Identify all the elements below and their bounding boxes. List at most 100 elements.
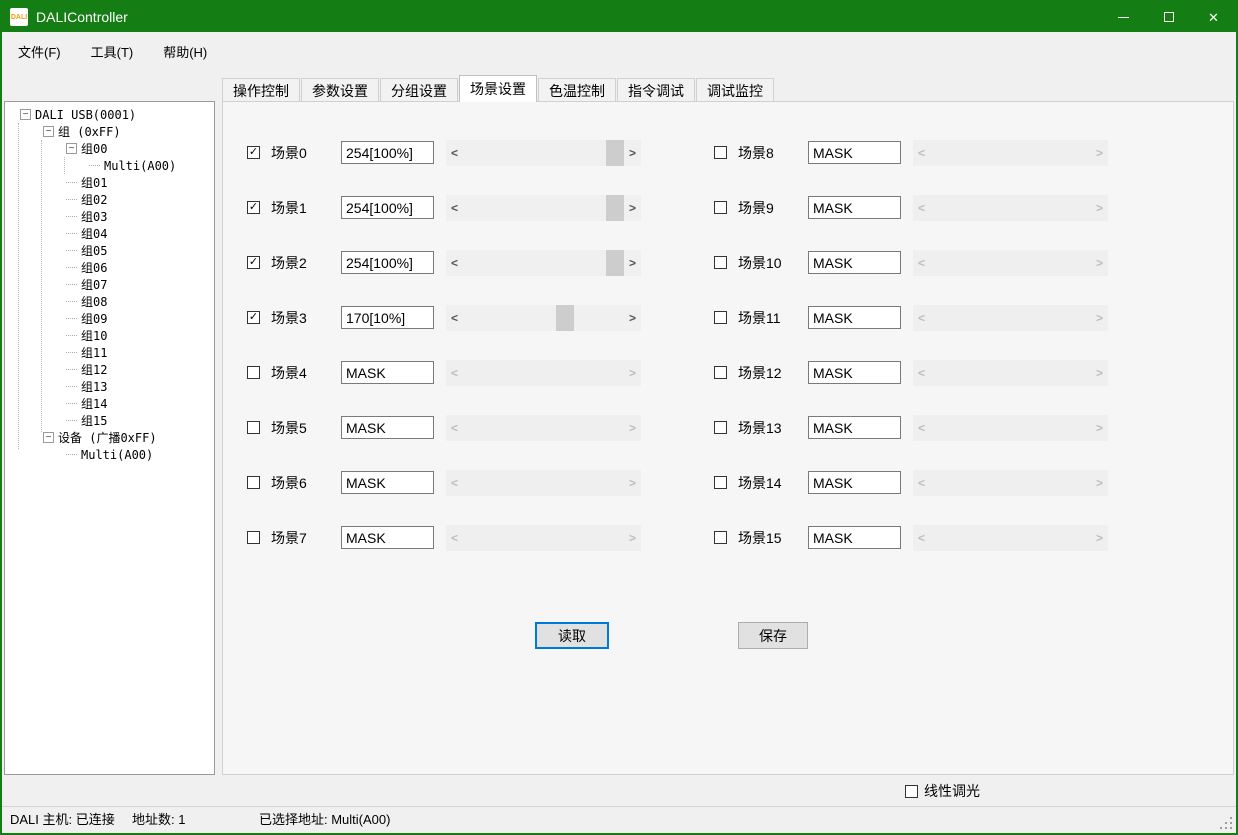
menu-item[interactable]: 文件(F) [6,37,73,66]
tree-item[interactable]: 组14 [5,395,214,412]
tree-expander-icon[interactable]: − [20,109,31,120]
scroll-right-icon[interactable]: > [624,250,641,276]
scene-checkbox[interactable] [247,476,260,489]
tab-2[interactable]: 参数设置 [301,78,379,102]
scene-checkbox[interactable] [247,421,260,434]
scene-level-scrollbar: <> [913,415,1108,441]
tree-item[interactable]: 组09 [5,310,214,327]
scroll-left-icon[interactable]: < [446,140,463,166]
menu-item[interactable]: 帮助(H) [151,37,219,66]
tree-item[interactable]: −组 (0xFF) [5,123,214,140]
tree-item[interactable]: 组05 [5,242,214,259]
scene-value-input[interactable] [341,361,434,384]
close-button[interactable]: ✕ [1191,2,1236,32]
scene-checkbox[interactable]: ✓ [247,311,260,324]
tree-item[interactable]: −设备 (广播0xFF) [5,429,214,446]
scene-checkbox[interactable] [714,476,727,489]
scene-value-input[interactable] [341,416,434,439]
scene-checkbox[interactable] [714,201,727,214]
scroll-left-icon: < [446,470,463,496]
scene-level-scrollbar: <> [913,470,1108,496]
tree-item[interactable]: −DALI USB(0001) [5,106,214,123]
scene-value-input[interactable] [341,471,434,494]
scene-value-input[interactable] [808,196,901,219]
scene-checkbox[interactable]: ✓ [247,146,260,159]
scene-checkbox[interactable] [247,366,260,379]
scrollbar-thumb[interactable] [606,195,624,221]
tree-item[interactable]: Multi(A00) [5,157,214,174]
scrollbar-thumb[interactable] [556,305,574,331]
scroll-right-icon[interactable]: > [624,140,641,166]
scene-checkbox[interactable] [714,531,727,544]
scene-value-input[interactable] [808,141,901,164]
resize-grip-icon[interactable] [1220,817,1222,819]
scene-level-scrollbar[interactable]: <> [446,140,641,166]
tree-item[interactable]: −组00 [5,140,214,157]
scene-level-scrollbar[interactable]: <> [446,195,641,221]
scene-checkbox[interactable] [714,311,727,324]
tree-expander-icon[interactable]: − [43,432,54,443]
tree-item[interactable]: 组15 [5,412,214,429]
scene-checkbox[interactable]: ✓ [247,201,260,214]
scene-level-scrollbar[interactable]: <> [446,305,641,331]
tab-5[interactable]: 色温控制 [538,78,616,102]
scroll-right-icon[interactable]: > [624,195,641,221]
scene-value-input[interactable] [808,361,901,384]
scene-checkbox[interactable] [714,421,727,434]
scene-value-input[interactable] [808,306,901,329]
tree-item[interactable]: 组07 [5,276,214,293]
scene-checkbox[interactable] [714,366,727,379]
tab-3[interactable]: 分组设置 [380,78,458,102]
scrollbar-thumb[interactable] [606,140,624,166]
scene-value-input[interactable] [808,416,901,439]
minimize-icon [1118,17,1129,18]
tab-6[interactable]: 指令调试 [617,78,695,102]
maximize-button[interactable] [1146,2,1191,32]
scene-checkbox[interactable] [247,531,260,544]
linear-dimming-checkbox[interactable] [905,785,918,798]
scene-value-input[interactable] [341,306,434,329]
minimize-button[interactable] [1101,2,1146,32]
tree-expander-icon[interactable]: − [66,143,77,154]
scene-value-input[interactable] [341,251,434,274]
scene-value-input[interactable] [808,526,901,549]
tab-1[interactable]: 操作控制 [222,78,300,102]
scene-value-input[interactable] [808,471,901,494]
scene-value-input[interactable] [341,141,434,164]
tree-expander-icon[interactable]: − [43,126,54,137]
scroll-left-icon[interactable]: < [446,195,463,221]
scroll-right-icon[interactable]: > [624,305,641,331]
tree-item[interactable]: 组02 [5,191,214,208]
scene-level-scrollbar[interactable]: <> [446,250,641,276]
tree-item[interactable]: Multi(A00) [5,446,214,463]
save-button[interactable]: 保存 [738,622,808,649]
scroll-left-icon[interactable]: < [446,305,463,331]
tree-item-label: 组06 [81,259,107,276]
tree-item[interactable]: 组06 [5,259,214,276]
tree-item[interactable]: 组12 [5,361,214,378]
scroll-left-icon: < [446,525,463,551]
scroll-left-icon: < [913,140,930,166]
tree-item[interactable]: 组01 [5,174,214,191]
tree-item[interactable]: 组03 [5,208,214,225]
tree-item[interactable]: 组04 [5,225,214,242]
read-button[interactable]: 读取 [535,622,609,649]
scene-value-input[interactable] [341,196,434,219]
scene-value-input[interactable] [808,251,901,274]
tab-7[interactable]: 调试监控 [696,78,774,102]
tree-item[interactable]: 组11 [5,344,214,361]
scrollbar-thumb[interactable] [606,250,624,276]
tab-4[interactable]: 场景设置 [459,75,537,102]
menu-item[interactable]: 工具(T) [79,37,146,66]
scene-value-input[interactable] [341,526,434,549]
scene-checkbox[interactable] [714,146,727,159]
tree-item[interactable]: 组13 [5,378,214,395]
scene-checkbox[interactable]: ✓ [247,256,260,269]
scroll-left-icon: < [446,415,463,441]
tree-item[interactable]: 组08 [5,293,214,310]
scene-level-scrollbar: <> [913,305,1108,331]
scroll-left-icon: < [913,470,930,496]
scene-checkbox[interactable] [714,256,727,269]
scroll-left-icon[interactable]: < [446,250,463,276]
tree-item[interactable]: 组10 [5,327,214,344]
